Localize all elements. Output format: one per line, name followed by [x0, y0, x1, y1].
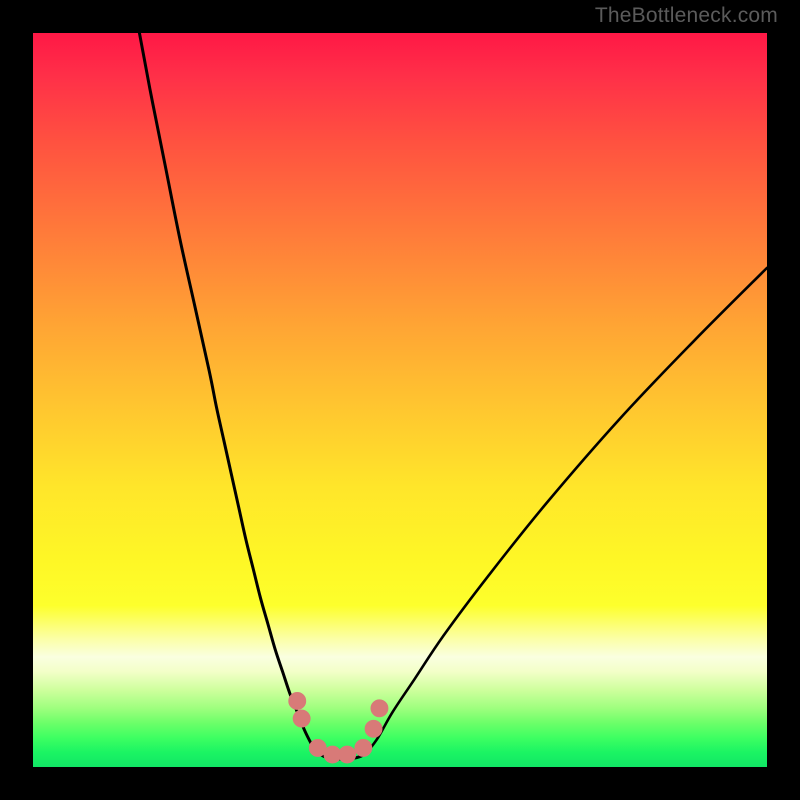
curve-left	[139, 33, 316, 752]
curve-right	[367, 268, 767, 752]
valley-marker	[293, 710, 310, 727]
valley-marker	[339, 746, 356, 763]
valley-marker	[289, 692, 306, 709]
outer-frame: TheBottleneck.com	[0, 0, 800, 800]
valley-marker	[355, 739, 372, 756]
chart-svg	[33, 33, 767, 767]
valley-marker	[371, 700, 388, 717]
attribution-label: TheBottleneck.com	[595, 4, 778, 28]
chart-plot-area	[33, 33, 767, 767]
valley-marker	[365, 720, 382, 737]
